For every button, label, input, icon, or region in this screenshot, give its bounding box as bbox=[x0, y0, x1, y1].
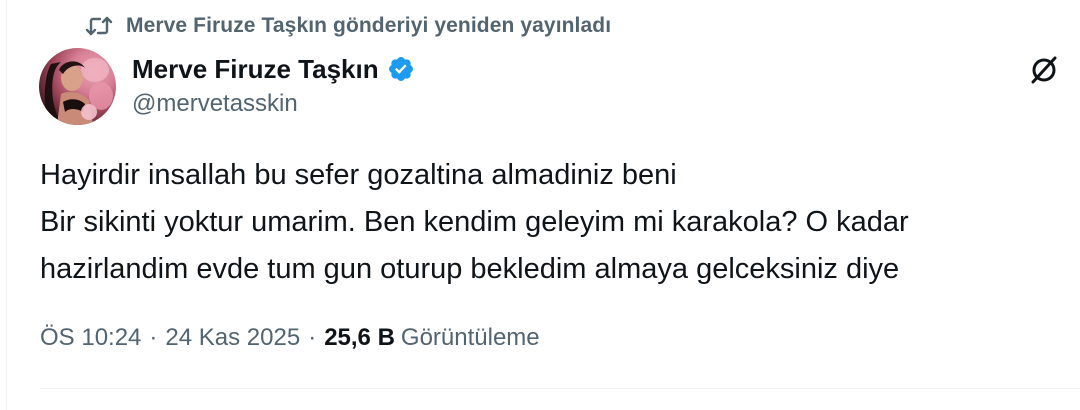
author-name-row[interactable]: Merve Firuze Taşkın bbox=[132, 50, 415, 88]
repost-text: Merve Firuze Taşkın gönderiyi yeniden ya… bbox=[126, 14, 612, 37]
grok-icon[interactable] bbox=[1024, 50, 1064, 90]
repost-indicator[interactable]: Merve Firuze Taşkın gönderiyi yeniden ya… bbox=[84, 12, 611, 40]
divider bbox=[40, 388, 1080, 389]
meta-separator: · bbox=[308, 324, 317, 351]
post-date[interactable]: 24 Kas 2025 bbox=[165, 324, 300, 352]
post-time[interactable]: ÖS 10:24 bbox=[40, 324, 141, 352]
avatar[interactable] bbox=[39, 48, 116, 125]
post-meta: ÖS 10:24 · 24 Kas 2025 · 25,6 B Görüntül… bbox=[40, 320, 540, 356]
post-text-line: hazirlandim evde tum gun oturup bekledim… bbox=[40, 253, 900, 285]
meta-separator: · bbox=[149, 324, 158, 351]
post-text-line: Bir sikinti yoktur umarim. Ben kendim ge… bbox=[40, 206, 909, 238]
author-display-name[interactable]: Merve Firuze Taşkın bbox=[132, 54, 379, 85]
repost-icon bbox=[84, 12, 114, 40]
post-text: Hayirdir insallah bu sefer gozaltina alm… bbox=[40, 152, 1060, 293]
column-border bbox=[6, 0, 7, 410]
views-label[interactable]: Görüntüleme bbox=[401, 324, 540, 352]
post-text-line: Hayirdir insallah bu sefer gozaltina alm… bbox=[40, 159, 677, 191]
view-count[interactable]: 25,6 B bbox=[324, 324, 395, 352]
author-handle[interactable]: @mervetasskin bbox=[132, 90, 298, 118]
verified-badge-icon[interactable] bbox=[387, 55, 415, 83]
